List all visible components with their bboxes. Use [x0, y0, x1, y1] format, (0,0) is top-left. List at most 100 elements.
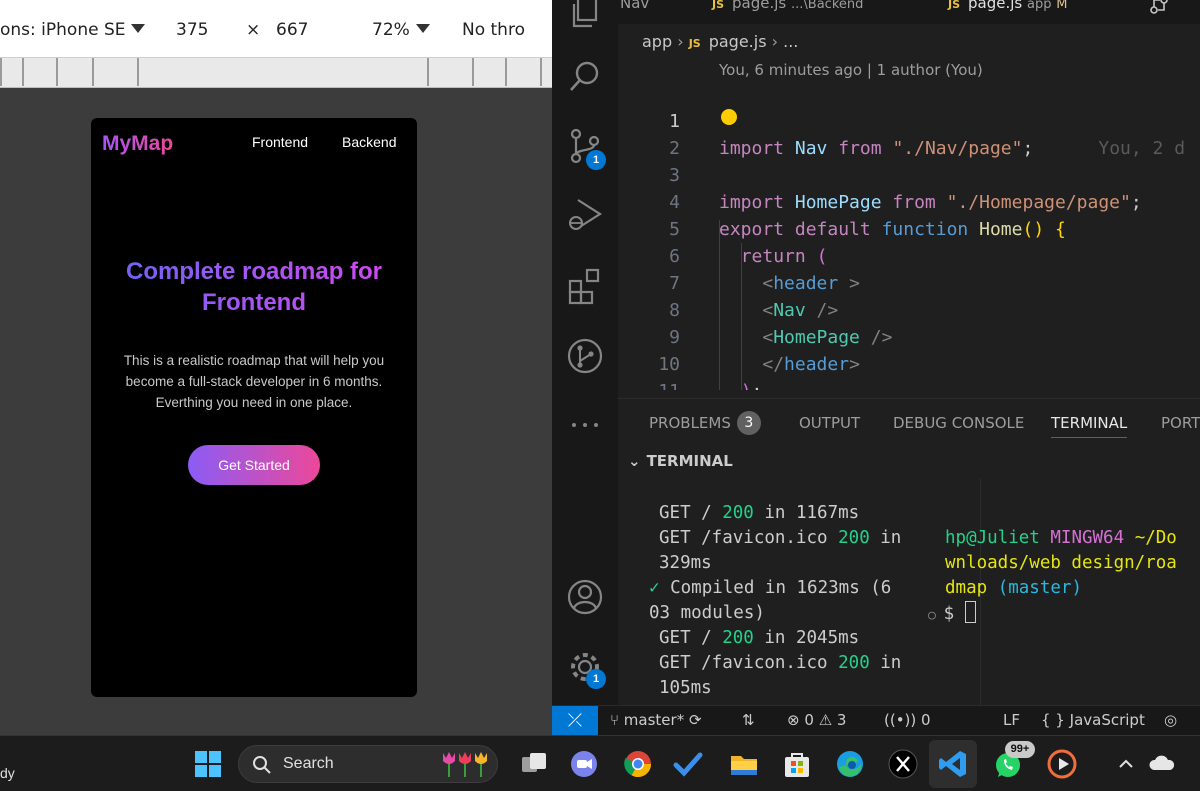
- js-file-icon: JS: [688, 37, 701, 50]
- nav-link-backend[interactable]: Backend: [342, 134, 396, 150]
- tulips-icon: [443, 752, 487, 777]
- ruler-tick: [92, 58, 94, 86]
- breadcrumb-file[interactable]: page.js: [709, 32, 767, 51]
- ruler-tick: [56, 58, 58, 86]
- dimension-separator: ×: [246, 20, 261, 40]
- onedrive-cloud-icon[interactable]: [1146, 748, 1178, 780]
- hero-title-line2: Frontend: [202, 289, 306, 316]
- chevron-up-icon[interactable]: [1110, 748, 1142, 780]
- hero-title-line1: Complete roadmap for: [125, 258, 383, 285]
- media-player-icon[interactable]: [1046, 748, 1078, 780]
- modified-indicator: M: [1056, 0, 1068, 12]
- tab-detail: ...\Backend: [791, 0, 864, 12]
- nav-link-frontend[interactable]: Frontend: [252, 134, 308, 150]
- tab-backend-page[interactable]: JS page.js ...\Backend: [712, 0, 863, 24]
- sync-icon: ⟳: [688, 711, 702, 729]
- edge-icon[interactable]: [834, 748, 866, 780]
- hero-description: This is a realistic roadmap that will he…: [123, 353, 385, 410]
- code-editor[interactable]: 1 import Nav from "./Nav/page"; You, 2 d…: [618, 80, 1200, 390]
- taskbar-search-box[interactable]: Search: [238, 745, 498, 783]
- microsoft-store-icon[interactable]: [781, 748, 813, 780]
- lightbulb-icon[interactable]: [721, 109, 737, 125]
- eol-status[interactable]: LF: [1003, 711, 1020, 729]
- account-icon[interactable]: [566, 578, 604, 616]
- taskbar-status-text: dy: [0, 765, 15, 781]
- tab-ports[interactable]: PORTS: [1161, 414, 1200, 432]
- git-graph-icon[interactable]: [566, 337, 604, 375]
- browser-device-preview: ons: iPhone SE 375 × 667 72% No thro MyM…: [0, 0, 552, 735]
- whatsapp-notification-badge: 99+: [1005, 741, 1035, 758]
- terminal[interactable]: GET / 200 in 1167ms GET /favicon.ico 200…: [618, 478, 1200, 705]
- terminal-line: 03 modules): [649, 603, 765, 623]
- code-line-10: 10 );: [618, 324, 1200, 390]
- prompt-line: wnloads/web design/roa: [945, 553, 1177, 573]
- code-line-6: 6 <header >: [618, 216, 1200, 294]
- ruler-tick: [427, 58, 429, 86]
- terminal-line: 329ms: [659, 553, 712, 573]
- run-debug-icon[interactable]: [566, 196, 604, 234]
- git-branch-icon: ⑂: [610, 711, 620, 729]
- breadcrumb-symbols[interactable]: ...: [783, 32, 798, 51]
- search-icon: [253, 756, 271, 774]
- tab-label: page.js: [968, 0, 1023, 12]
- file-explorer-icon[interactable]: [728, 748, 760, 780]
- device-height-field[interactable]: 667: [276, 20, 308, 40]
- code-line-5: 5 return (: [618, 189, 1200, 267]
- js-file-icon: JS: [712, 0, 725, 11]
- chrome-icon[interactable]: [622, 748, 654, 780]
- throttle-select[interactable]: No thro: [462, 20, 525, 40]
- branch-status[interactable]: ⑂ master* ⟳: [610, 711, 702, 729]
- copilot-icon[interactable]: ◎: [1164, 711, 1177, 729]
- js-file-icon: JS: [948, 0, 961, 11]
- get-started-button[interactable]: Get Started: [188, 445, 320, 485]
- zoom-select[interactable]: 72%: [372, 20, 430, 40]
- x-twitter-icon[interactable]: [887, 748, 919, 780]
- prompt-input-line: ○ $: [928, 601, 976, 628]
- language-status[interactable]: { } JavaScript: [1041, 711, 1145, 729]
- ruler-tick: [540, 58, 542, 86]
- windows-taskbar: dy Search 99+: [0, 735, 1200, 791]
- tab-debug-console[interactable]: DEBUG CONSOLE: [893, 414, 1024, 432]
- todo-check-icon[interactable]: [672, 748, 704, 780]
- windows-start-icon[interactable]: [192, 748, 224, 780]
- explorer-icon[interactable]: [566, 0, 604, 32]
- task-view-icon[interactable]: [518, 748, 550, 780]
- breadcrumb-folder[interactable]: app: [642, 32, 672, 51]
- braces-icon: { }: [1041, 711, 1065, 729]
- tab-problems[interactable]: PROBLEMS 3: [649, 411, 761, 435]
- breadcrumb: app › JS page.js › ...: [642, 32, 798, 51]
- remote-indicator-icon[interactable]: ⤫: [552, 706, 598, 735]
- search-icon[interactable]: [566, 57, 604, 95]
- device-select[interactable]: ons: iPhone SE: [0, 20, 146, 40]
- terminal-line: GET /favicon.ico 200 in: [659, 653, 902, 673]
- compare-changes-icon[interactable]: [1148, 0, 1170, 24]
- device-width-field[interactable]: 375: [176, 20, 208, 40]
- dropdown-arrow-icon: [415, 24, 430, 33]
- git-compare-icon[interactable]: ⇅: [742, 711, 755, 729]
- tab-output[interactable]: OUTPUT: [799, 414, 860, 432]
- check-icon: ✓: [649, 578, 660, 598]
- terminal-section-header[interactable]: ⌄ TERMINAL: [618, 452, 733, 470]
- tab-detail: app: [1027, 0, 1052, 12]
- broadcast-icon: ((•)): [884, 711, 917, 729]
- more-icon[interactable]: [566, 406, 604, 444]
- vscode-taskbar-icon[interactable]: [937, 748, 969, 780]
- code-line-8: 8 <HomePage />: [618, 270, 1200, 348]
- codelens-blame[interactable]: You, 6 minutes ago | 1 author (You): [719, 61, 983, 79]
- tab-terminal[interactable]: TERMINAL: [1051, 414, 1128, 438]
- terminal-line: GET /favicon.ico 200 in: [659, 528, 902, 548]
- ruler-tick: [472, 58, 474, 86]
- terminal-section-title: TERMINAL: [646, 452, 733, 470]
- terminal-line: 105ms: [659, 678, 712, 698]
- ports-status[interactable]: ((•)) 0: [884, 711, 931, 729]
- device-toolbar: ons: iPhone SE 375 × 667 72% No thro: [0, 0, 552, 58]
- problems-status[interactable]: ⊗ 0 ⚠ 3: [787, 711, 846, 729]
- site-logo[interactable]: MyMap: [102, 132, 173, 156]
- terminal-cursor: [964, 601, 976, 623]
- problems-count-badge: 3: [736, 411, 761, 435]
- breadcrumb-chevron-icon: ›: [771, 32, 784, 51]
- tab-app-page-active[interactable]: JS page.js app M: [948, 0, 1068, 24]
- extensions-icon[interactable]: [566, 267, 604, 305]
- tab-nav[interactable]: Nav: [620, 0, 649, 24]
- teams-chat-icon[interactable]: [568, 748, 600, 780]
